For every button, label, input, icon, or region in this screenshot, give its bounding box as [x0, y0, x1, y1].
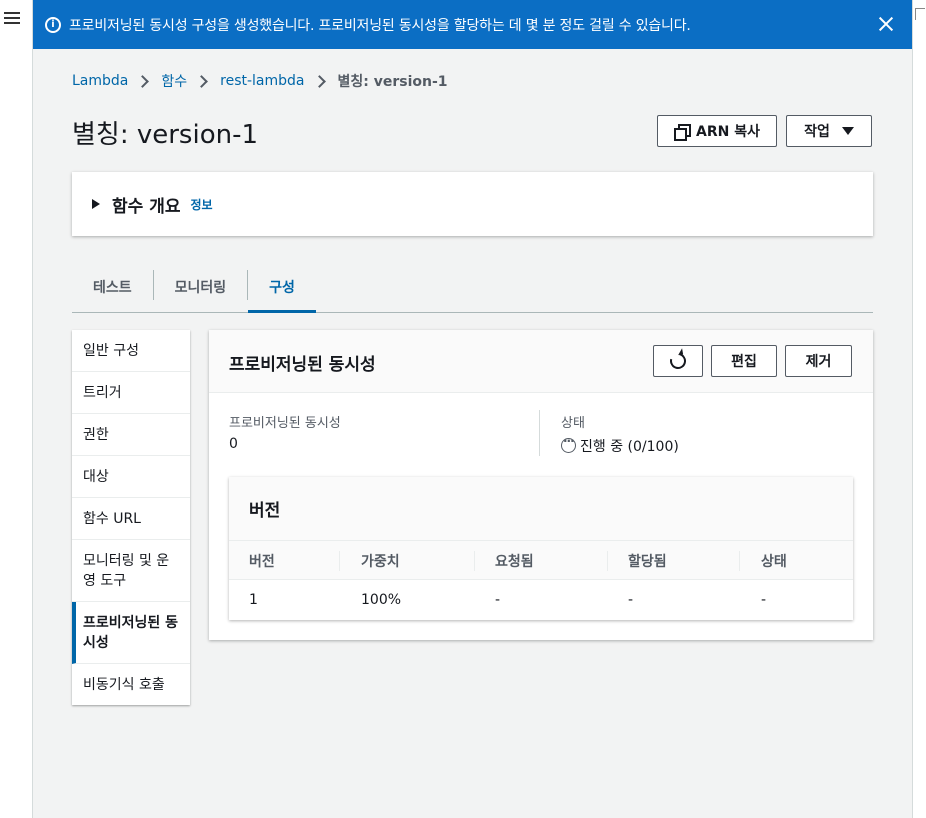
- breadcrumb-functions[interactable]: 함수: [161, 71, 187, 91]
- status-value: 진행 중 (0/100): [580, 439, 679, 455]
- sidenav-item-provisioned-concurrency[interactable]: 프로비저닝된 동시성: [72, 602, 190, 664]
- breadcrumb-function-name[interactable]: rest-lambda: [220, 73, 304, 89]
- breadcrumb-lambda[interactable]: Lambda: [72, 73, 128, 89]
- table-row: 1 100% - - -: [229, 580, 853, 619]
- sidenav-item-general[interactable]: 일반 구성: [72, 330, 190, 372]
- column-header-allocated: 할당됨: [628, 553, 667, 570]
- column-separator: [474, 551, 475, 571]
- column-separator: [339, 551, 340, 571]
- info-icon: i: [45, 16, 61, 33]
- refresh-icon: [667, 350, 689, 372]
- table-header-row: 버전 가중치 요청됨 할당됨 상태: [229, 541, 853, 580]
- in-progress-icon: [561, 434, 576, 453]
- status-label: 상태: [561, 416, 585, 431]
- versions-title: 버전: [229, 477, 853, 541]
- panel-header: 프로비저닝된 동시성 편집 제거: [209, 330, 873, 393]
- cell-requested: -: [495, 591, 501, 608]
- sidenav-item-function-url[interactable]: 함수 URL: [72, 498, 190, 540]
- column-separator: [739, 551, 740, 571]
- tab-bar: 테스트 모니터링 구성: [72, 262, 873, 313]
- panel-title: 프로비저닝된 동시성: [229, 355, 376, 375]
- rail-edge-icon: [915, 8, 925, 20]
- flash-message: 프로비저닝된 동시성 구성을 생성했습니다. 프로비저닝된 동시성을 할당하는 …: [69, 17, 691, 34]
- info-link[interactable]: 정보: [190, 196, 212, 213]
- provisioned-concurrency-panel: 프로비저닝된 동시성 편집 제거 프로비저닝된 동시성 0 상태 진행 중 (0…: [209, 330, 873, 640]
- cell-weight: 100%: [361, 591, 402, 608]
- column-header-requested: 요청됨: [495, 553, 534, 570]
- menu-icon[interactable]: [4, 10, 20, 26]
- sidenav-item-monitoring-tools[interactable]: 모니터링 및 운영 도구: [72, 540, 190, 602]
- cell-version: 1: [249, 591, 258, 608]
- right-rail: [912, 0, 926, 818]
- column-separator: [607, 551, 608, 571]
- concurrency-label: 프로비저닝된 동시성: [229, 416, 341, 431]
- column-header-version: 버전: [249, 553, 275, 570]
- column-header-status: 상태: [761, 553, 787, 570]
- breadcrumb-current: 별칭: version-1: [337, 74, 448, 90]
- tab-configuration[interactable]: 구성: [248, 262, 316, 313]
- cell-status: -: [761, 591, 767, 608]
- copy-arn-label: ARN 복사: [696, 124, 760, 140]
- page-title: 별칭: version-1: [72, 120, 259, 150]
- sidenav-item-triggers[interactable]: 트리거: [72, 372, 190, 414]
- concurrency-value: 0: [229, 436, 238, 452]
- breadcrumb: Lambda 함수 rest-lambda 별칭: version-1: [72, 71, 448, 91]
- status-value-wrapper: 진행 중 (0/100): [561, 434, 679, 456]
- kv-divider: [539, 410, 540, 456]
- copy-icon: [674, 124, 692, 141]
- sidenav-item-async-invocation[interactable]: 비동기식 호출: [72, 664, 190, 706]
- expand-triangle-icon[interactable]: [92, 199, 100, 209]
- chevron-right-icon: [195, 74, 209, 88]
- config-side-nav: 일반 구성 트리거 권한 대상 함수 URL 모니터링 및 운영 도구 프로비저…: [72, 330, 190, 705]
- chevron-right-icon: [136, 74, 150, 88]
- edit-button[interactable]: 편집: [711, 345, 777, 377]
- function-overview-title[interactable]: 함수 개요: [112, 192, 180, 217]
- sidenav-item-destinations[interactable]: 대상: [72, 456, 190, 498]
- sidenav-item-permissions[interactable]: 권한: [72, 414, 190, 456]
- left-rail: [0, 0, 33, 818]
- versions-table-container: 버전 버전 가중치 요청됨 할당됨 상태 1 100% - - -: [229, 477, 853, 620]
- copy-arn-button[interactable]: ARN 복사: [657, 115, 777, 147]
- cell-allocated: -: [628, 591, 634, 608]
- actions-label: 작업: [804, 124, 830, 140]
- success-flash-banner: i 프로비저닝된 동시성 구성을 생성했습니다. 프로비저닝된 동시성을 할당하…: [33, 0, 912, 49]
- caret-down-icon: [841, 127, 854, 135]
- tab-test[interactable]: 테스트: [72, 262, 153, 312]
- column-header-weight: 가중치: [361, 553, 400, 570]
- refresh-button[interactable]: [653, 345, 703, 377]
- function-overview-panel: 함수 개요 정보: [72, 172, 873, 236]
- main-content: i 프로비저닝된 동시성 구성을 생성했습니다. 프로비저닝된 동시성을 할당하…: [33, 0, 912, 818]
- close-icon[interactable]: [876, 14, 896, 34]
- actions-dropdown-button[interactable]: 작업: [786, 115, 872, 147]
- chevron-right-icon: [312, 74, 326, 88]
- tab-monitoring[interactable]: 모니터링: [154, 262, 248, 312]
- remove-button[interactable]: 제거: [785, 345, 852, 377]
